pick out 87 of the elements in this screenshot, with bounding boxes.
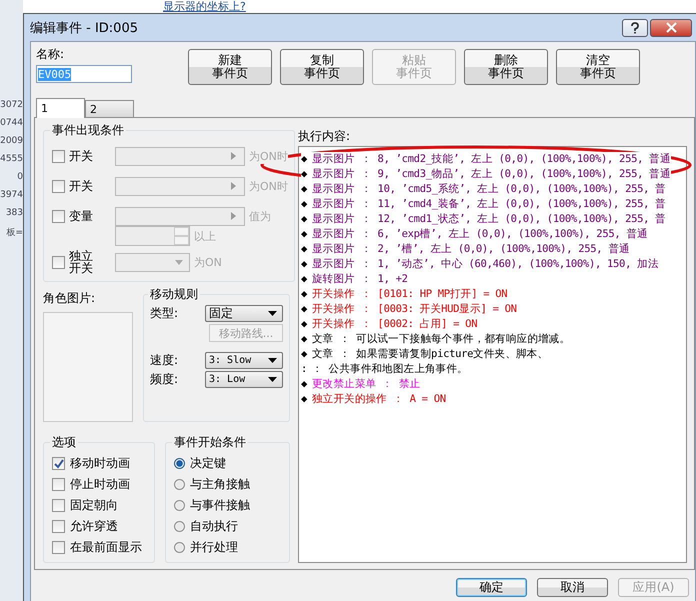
checkbox[interactable] [52,150,65,162]
character-image-label: 角色图片: [43,290,96,307]
checkbox[interactable] [52,520,65,533]
window-title: 编辑事件 - ID:005 [30,20,138,36]
checkbox[interactable] [52,210,65,222]
number-field[interactable] [115,226,190,246]
radio-button[interactable] [174,458,185,469]
arrow-icon [231,182,236,190]
speed-label: 速度: [150,352,178,369]
page-button[interactable]: 新建 事件页 [188,49,272,85]
option-label: 停止时动画 [70,476,130,493]
condition-suffix: 为ON时 [249,178,288,194]
checkbox[interactable] [52,499,65,512]
trigger-label: 与主角接触 [190,476,250,493]
page-text: 0744 [0,118,23,128]
checkbox[interactable] [52,478,65,491]
checkmark-icon [54,458,64,468]
page-text: 3974 [0,190,23,200]
condition-suffix: 以上 [194,228,216,244]
radio-button[interactable] [174,479,185,490]
page-text: 383 [6,208,23,218]
trigger-label: 自动执行 [190,518,238,535]
caret-icon [175,260,183,264]
option-label: 固定朝向 [70,497,118,514]
page-button[interactable]: 清空 事件页 [556,49,640,85]
group-title: 事件出现条件 [51,122,125,139]
command-text[interactable]: 显示图片 ： 6, ’exp槽’, 左上 (0,0), (100%,100%), 255, 普通 [312,227,648,242]
trigger-label: 与事件接触 [190,497,250,514]
caret-icon [268,358,277,363]
page-text: 板= [6,226,23,239]
help-button[interactable] [622,18,648,36]
page-text: 3072 [0,100,23,110]
checkbox[interactable] [52,541,65,554]
radio-button[interactable] [174,542,185,553]
trigger-label: 并行处理 [190,539,238,556]
dropdown-field[interactable] [115,252,190,272]
page-button[interactable]: 复制 事件页 [280,49,364,85]
name-label: 名称: [36,46,66,63]
condition-suffix: 为ON时 [249,148,288,164]
group-title: 移动规则 [149,286,199,303]
help-icon [630,22,640,34]
caret-icon [268,311,277,316]
frequency-label: 频度: [150,371,178,388]
page-button[interactable]: 删除 事件页 [464,49,548,85]
command-text[interactable]: 显示图片 ： 9, ’cmd3_物品’, 左上 (0,0), (100%,100%), 255, 普通 [312,167,671,182]
command-text[interactable]: 显示图片 ： 12, ’cmd1_状态’, 左上 (0,0), (100%,100%), 255, 普 [312,212,666,227]
arrow-icon [231,152,236,160]
command-text[interactable]: 显示图片 ： 8, ’cmd2_技能’, 左上 (0,0), (100%,100%), 255, 普通 [312,152,671,167]
page-heading: 显示器的坐标上? [163,0,246,13]
group-title: 事件开始条件 [173,434,247,451]
radio-button[interactable] [174,521,185,532]
speed-dropdown[interactable]: 3: Slow [205,352,283,369]
condition-label: 独立开关 [69,250,93,274]
type-label: 类型: [150,305,178,322]
checkbox[interactable] [52,256,65,268]
condition-suffix: 值为 [249,208,271,224]
type-dropdown[interactable]: 固定 [205,305,283,322]
page-text: 2009 [0,136,23,146]
checkbox[interactable] [52,180,65,192]
select-field[interactable] [115,176,245,196]
tab[interactable]: 2 [85,100,134,117]
option-label: 允许穿透 [70,518,118,535]
condition-label: 开关 [69,150,93,162]
condition-label: 变量 [69,210,93,222]
option-label: 移动时动画 [70,455,130,472]
select-field[interactable] [115,206,245,226]
trigger-label: 决定键 [190,455,226,472]
dialog-button[interactable]: 确定 [456,578,527,596]
condition-label: 开关 [69,180,93,192]
close-icon [666,22,676,33]
caret-icon [268,377,277,382]
radio-button[interactable] [174,500,185,511]
command-text[interactable]: 显示图片 ： 11, ’cmd4_装备’, 左上 (0,0), (100%,100%), 255, 普 [312,197,666,212]
frequency-dropdown[interactable]: 3: Low [205,371,283,388]
commands-label: 执行内容: [298,128,352,145]
checkbox[interactable] [52,457,65,470]
command-text[interactable]: 显示图片 ： 10, ’cmd5_系统’, 左上 (0,0), (100%,100%), 255, 普 [312,182,666,197]
group-title: 选项 [51,434,77,451]
page-text: 4555 [0,154,23,164]
select-field[interactable] [115,146,245,166]
arrow-icon [231,212,236,220]
dialog-button[interactable]: 取消 [537,578,608,596]
page-text: 0 [17,172,23,182]
condition-suffix: 为ON [194,254,222,270]
tab[interactable]: 1 [36,98,85,118]
option-label: 在最前面显示 [70,539,142,556]
close-button[interactable] [650,18,692,36]
